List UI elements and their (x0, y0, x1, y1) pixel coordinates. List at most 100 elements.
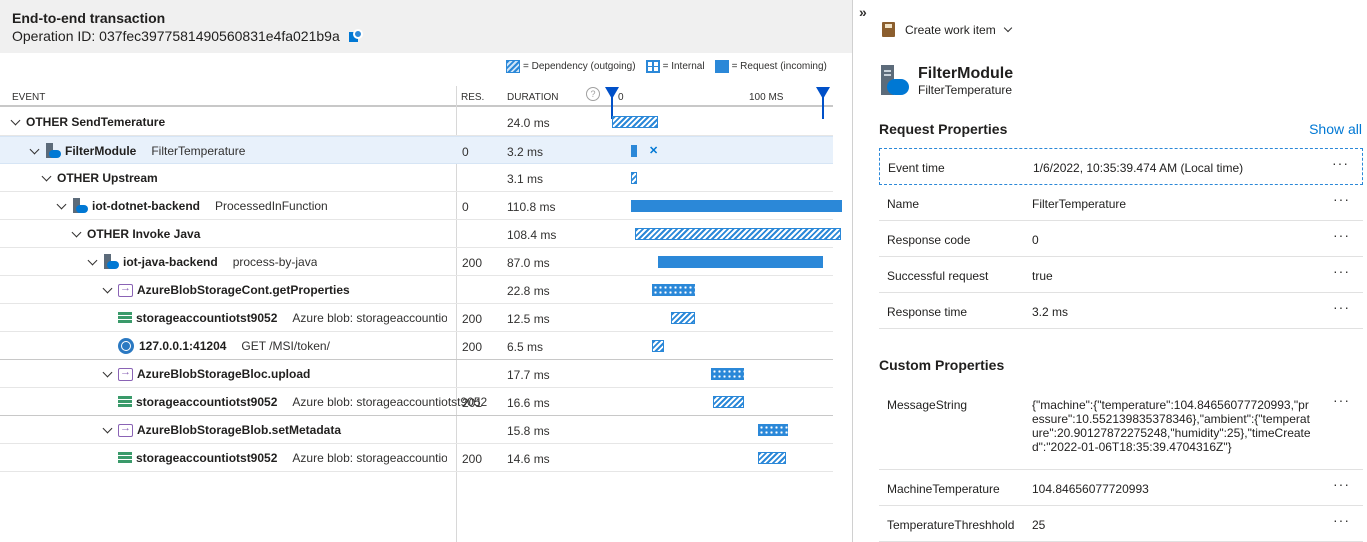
property-value: {"machine":{"temperature":104.8465607772… (1032, 398, 1311, 454)
event-detail: Azure blob: storageaccountiotst9052 (292, 311, 448, 325)
event-cell: 127.0.0.1:41204 GET /MSI/token/ (118, 332, 330, 360)
duration: 6.5 ms (507, 340, 544, 354)
more-icon[interactable]: ··· (1332, 155, 1349, 171)
chevron-down-icon[interactable] (87, 255, 98, 265)
timeline-bar[interactable] (634, 228, 841, 240)
storage-icon (118, 452, 132, 464)
event-cell: iot-java-backend process-by-java (87, 248, 317, 276)
more-icon[interactable]: ··· (1333, 191, 1350, 207)
col-duration[interactable]: DURATION (507, 92, 558, 103)
event-row[interactable]: OTHER Upstream 3.1 ms (0, 164, 833, 192)
event-cell: OTHER Invoke Java (71, 220, 200, 248)
transaction-pane: End-to-end transaction Operation ID: 037… (0, 0, 853, 542)
result-code: 0 (462, 145, 469, 159)
custom-properties-heading: Custom Properties (879, 357, 1005, 373)
chevron-down-icon[interactable] (56, 199, 67, 209)
event-row[interactable]: storageaccountiotst9052 Azure blob: stora… (0, 444, 833, 472)
property-row[interactable]: Event time 1/6/2022, 10:35:39.474 AM (Loc… (879, 148, 1363, 185)
chevron-down-icon[interactable] (10, 115, 21, 125)
event-row[interactable]: OTHER Invoke Java 108.4 ms (0, 220, 841, 248)
copy-icon[interactable] (348, 29, 363, 43)
event-row[interactable]: storageaccountiotst9052 Azure blob: stora… (0, 388, 833, 416)
event-list: OTHER SendTemerature 24.0 ms FilterModule F… (0, 108, 842, 472)
legend-request: = Request (incoming) (714, 60, 827, 73)
more-icon[interactable]: ··· (1333, 512, 1350, 528)
create-work-item-button[interactable]: Create work item (882, 22, 1012, 37)
legend-internal: = Internal (645, 60, 705, 73)
event-name: AzureBlobStorageBloc.upload (137, 367, 311, 381)
chevron-down-icon[interactable] (102, 423, 113, 433)
timeline-bar[interactable] (657, 256, 823, 268)
event-row[interactable]: iot-dotnet-backend ProcessedInFunction 0 11… (0, 192, 842, 220)
event-row[interactable]: AzureBlobStorageBlob.setMetadata 15.8 ms (0, 416, 833, 444)
timeline-bar[interactable] (651, 340, 665, 352)
timeline-bar[interactable] (710, 368, 745, 380)
chevron-down-icon[interactable] (71, 227, 82, 237)
timeline-end-marker[interactable] (816, 87, 830, 119)
more-icon[interactable]: ··· (1333, 476, 1350, 492)
chevron-down-icon[interactable] (41, 171, 52, 181)
event-row[interactable]: AzureBlobStorageBloc.upload 17.7 ms (0, 360, 833, 388)
event-name: iot-java-backend (123, 255, 218, 269)
show-all-link[interactable]: Show all (1309, 121, 1362, 137)
property-value: 25 (1032, 518, 1046, 532)
event-row[interactable]: storageaccountiotst9052 Azure blob: stora… (0, 304, 833, 332)
app-service-icon (72, 198, 88, 214)
timeline-bar[interactable] (612, 116, 658, 128)
event-row[interactable]: iot-java-backend process-by-java 200 87.0 m… (0, 248, 833, 276)
detail-title-text: FilterModule (918, 65, 1014, 82)
property-value: 104.84656077720993 (1032, 482, 1149, 496)
duration: 87.0 ms (507, 256, 550, 270)
timeline-bar[interactable] (651, 284, 696, 296)
more-icon[interactable]: ··· (1333, 227, 1350, 243)
request-swatch (714, 60, 729, 73)
event-row[interactable]: OTHER SendTemerature 24.0 ms (0, 108, 833, 136)
column-header: EVENT RES. DURATION ? 0 100 MS (0, 86, 833, 119)
chevron-down-icon[interactable] (102, 283, 113, 293)
operation-id: Operation ID: 037fec3977581490560831e4fa… (12, 28, 340, 44)
event-name: AzureBlobStorageCont.getProperties (137, 283, 350, 297)
more-icon[interactable]: ··· (1333, 263, 1350, 279)
timeline-bar[interactable] (670, 312, 695, 324)
event-cell: FilterModule FilterTemperature (29, 137, 245, 165)
duration: 15.8 ms (507, 424, 550, 438)
property-row[interactable]: Response time 3.2 ms ··· (879, 293, 1363, 329)
property-row[interactable]: MessageString {"machine":{"temperature":1… (879, 386, 1363, 470)
duration: 16.6 ms (507, 396, 550, 410)
storage-icon (118, 396, 132, 408)
help-icon[interactable]: ? (586, 87, 600, 101)
more-icon[interactable]: ··· (1333, 392, 1350, 408)
event-detail: ProcessedInFunction (215, 199, 328, 213)
event-cell: AzureBlobStorageCont.getProperties (102, 276, 350, 304)
col-event[interactable]: EVENT (12, 92, 45, 103)
col-res[interactable]: RES. (461, 92, 484, 103)
property-row[interactable]: Name FilterTemperature ··· (879, 185, 1363, 221)
timeline-bar[interactable] (631, 200, 842, 212)
timeline-bar[interactable] (758, 424, 789, 436)
chevron-down-icon[interactable] (29, 144, 40, 154)
event-row[interactable]: AzureBlobStorageCont.getProperties 22.8 m… (0, 276, 833, 304)
timeline-bar[interactable] (712, 396, 745, 408)
event-name: storageaccountiotst9052 (136, 395, 278, 409)
timeline-start-marker[interactable] (605, 87, 619, 119)
event-row[interactable]: 127.0.0.1:41204 GET /MSI/token/200 6.5 ms (0, 332, 833, 360)
duration: 22.8 ms (507, 284, 550, 298)
event-cell: AzureBlobStorageBloc.upload (102, 360, 311, 388)
app-service-icon (45, 143, 61, 159)
property-row[interactable]: Successful request true ··· (879, 257, 1363, 293)
event-name: storageaccountiotst9052 (136, 451, 278, 465)
property-row[interactable]: Response code 0 ··· (879, 221, 1363, 257)
more-icon[interactable]: ··· (1333, 299, 1350, 315)
storage-icon (118, 312, 132, 324)
property-row[interactable]: MachineTemperature 104.84656077720993 ··· (879, 470, 1363, 506)
collapse-marker-icon: ✕ (649, 145, 659, 157)
create-work-item-label: Create work item (905, 22, 996, 37)
details-pane: » Create work item FilterModule FilterTe… (854, 0, 1367, 542)
timeline-bar[interactable] (631, 172, 637, 184)
property-row[interactable]: TemperatureThreshhold 25 ··· (879, 506, 1363, 542)
event-row[interactable]: FilterModule FilterTemperature 0 3.2 ms ✕ (0, 136, 833, 164)
chevron-down-icon[interactable] (102, 367, 113, 377)
timeline-bar[interactable] (631, 145, 638, 157)
collapse-pane-icon[interactable]: » (859, 4, 867, 20)
timeline-bar[interactable] (758, 452, 787, 464)
